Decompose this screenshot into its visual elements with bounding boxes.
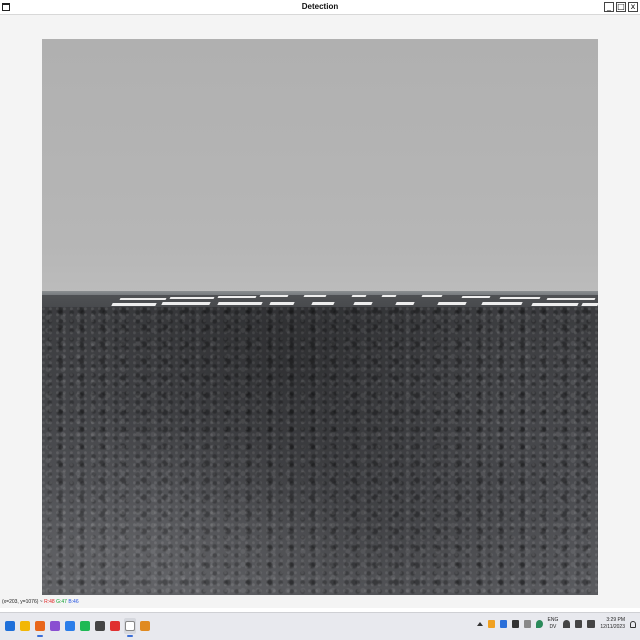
location-icon[interactable]	[535, 620, 543, 628]
maximize-button[interactable]: □	[616, 2, 626, 12]
runway-marking	[353, 302, 373, 305]
taskbar-windows-start-button[interactable]	[4, 618, 16, 634]
taskbar: ENG DV 3:29 PM 12/11/2023	[0, 612, 640, 640]
terminal-icon	[95, 621, 105, 631]
runway-marking	[351, 295, 367, 297]
language-indicator[interactable]: ENG DV	[548, 617, 559, 631]
record-icon	[110, 621, 120, 631]
coords-readout: (x=203, y=1076)	[2, 599, 39, 605]
clock-time: 3:29 PM	[606, 617, 625, 623]
runway-marking	[217, 296, 257, 298]
runway-marking	[259, 295, 289, 297]
asphalt-shading	[42, 307, 598, 595]
taskbar-apps	[4, 618, 151, 637]
window-title: Detection	[301, 2, 339, 11]
green-value: G:47	[56, 599, 67, 605]
runway-marking	[381, 295, 397, 297]
taskbar-spotify-button[interactable]	[79, 618, 91, 634]
runway-marking	[119, 298, 167, 300]
battery-icon[interactable]	[587, 620, 596, 628]
runway-marking	[481, 302, 523, 305]
taskbar-tasks-button[interactable]	[64, 618, 76, 634]
spotify-icon	[80, 621, 90, 631]
runway-marking	[395, 302, 415, 305]
image-view[interactable]	[42, 39, 598, 595]
sky-region	[42, 39, 598, 295]
paint-icon	[140, 621, 150, 631]
firefox-icon	[35, 621, 45, 631]
windows-start-icon	[5, 621, 15, 631]
runway-marking	[169, 297, 215, 299]
wifi-icon[interactable]	[563, 620, 571, 628]
close-button[interactable]: x	[628, 2, 638, 12]
tray-app-icon[interactable]	[511, 620, 519, 628]
volume-icon[interactable]	[575, 620, 583, 628]
blue-value: B:46	[68, 599, 79, 605]
runway-marking	[161, 302, 211, 305]
clock[interactable]: 3:29 PM 12/11/2023	[600, 617, 625, 631]
tray-app-icon[interactable]	[499, 620, 507, 628]
red-value: R:48	[44, 599, 55, 605]
runway-marking	[217, 302, 263, 305]
runway-marking	[111, 303, 157, 306]
file-explorer-icon	[20, 621, 30, 631]
runway-marking	[311, 302, 335, 305]
runway-marking	[437, 302, 467, 305]
taskbar-visual-studio-button[interactable]	[49, 618, 61, 634]
taskbar-record-button[interactable]	[109, 618, 121, 634]
tasks-icon	[65, 621, 75, 631]
taskbar-file-explorer-button[interactable]	[19, 618, 31, 634]
runway-marking	[546, 298, 596, 300]
title-bar: Detection _ □ x	[0, 0, 640, 15]
keyboard-layout: DV	[549, 624, 557, 630]
runway-marking	[581, 303, 598, 306]
runway-marking	[421, 295, 443, 297]
runway-marking	[269, 302, 295, 305]
taskbar-terminal-button[interactable]	[94, 618, 106, 634]
runway-marking	[531, 303, 579, 306]
tray-app-icon[interactable]	[487, 620, 495, 628]
runway-marking	[461, 296, 491, 298]
window-controls: _ □ x	[604, 2, 638, 12]
clock-date: 12/11/2023	[600, 624, 625, 630]
language-code: ENG	[547, 617, 559, 623]
visual-studio-icon	[50, 621, 60, 631]
pixel-info-statusbar: (x=203, y=1076) ~ R:48 G:47 B:46	[0, 596, 640, 608]
runway-marking	[303, 295, 327, 297]
system-tray: ENG DV 3:29 PM 12/11/2023	[476, 617, 636, 631]
chevron-up-icon[interactable]	[476, 622, 483, 626]
runway-marking	[499, 297, 541, 299]
notification-bell-icon[interactable]	[630, 620, 636, 628]
window-content	[0, 15, 640, 596]
taskbar-paint-button[interactable]	[139, 618, 151, 634]
python-app-icon	[125, 621, 135, 631]
minimize-button[interactable]: _	[604, 2, 614, 12]
tray-app-icon[interactable]	[523, 620, 531, 628]
taskbar-firefox-button[interactable]	[34, 618, 46, 637]
taskbar-python-app-button[interactable]	[124, 618, 136, 637]
